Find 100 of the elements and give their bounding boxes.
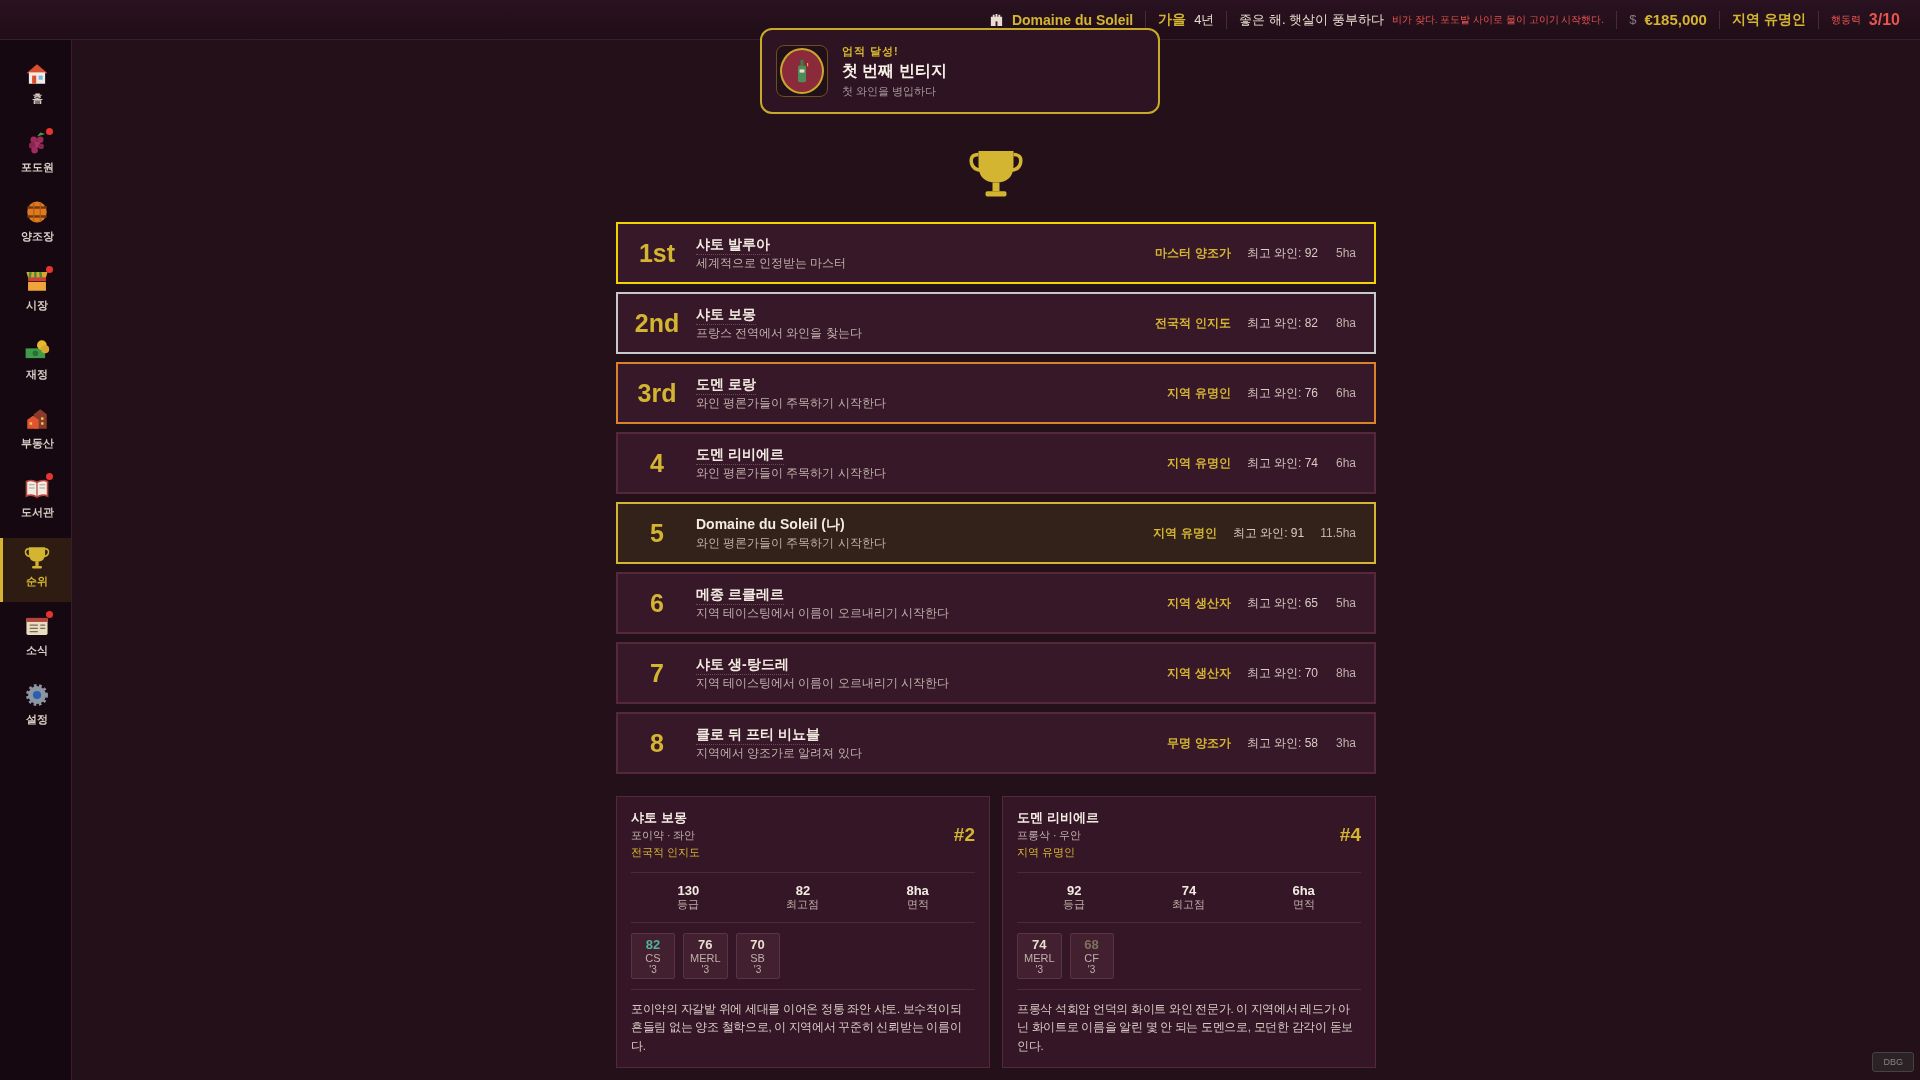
sidebar-item[interactable]: 재정 xyxy=(0,331,71,395)
winery-name: 샤토 보몽 xyxy=(631,809,687,827)
winery-motto: 와인 평론가들이 주목하기 시작한다 xyxy=(696,535,886,551)
toast-heading: 업적 달성! xyxy=(842,43,899,59)
season-label: 가을 xyxy=(1158,10,1187,29)
weather-text: 좋은 해. 햇살이 풍부하다 xyxy=(1239,10,1384,29)
wine-score: 82 xyxy=(645,937,661,952)
buildings-icon xyxy=(24,406,50,432)
currency-sign: $ xyxy=(1629,12,1637,27)
best-wine-score: 최고 와인: 74 xyxy=(1246,454,1318,472)
tier-label: 지역 유명인 xyxy=(1017,845,1076,860)
rank-number: 4 xyxy=(649,448,665,478)
sidebar-item[interactable]: 양조장 xyxy=(0,193,71,257)
winery-motto: 지역 테이스팅에서 이름이 오르내리기 시작한다 xyxy=(696,605,949,621)
sidebar-item[interactable]: 홈 xyxy=(0,55,71,119)
winery-name: 샤토 발루아 xyxy=(696,235,770,255)
grape-code: CF xyxy=(1084,952,1099,964)
stat-label: 면적 xyxy=(906,898,929,912)
wine-score: 74 xyxy=(1032,937,1047,952)
vineyard-area: 8ha xyxy=(1334,666,1356,680)
best-wine-score: 최고 와인: 70 xyxy=(1246,664,1318,682)
region-label: 포이약 · 좌안 xyxy=(631,829,696,843)
winery-motto: 와인 평론가들이 주목하기 시작한다 xyxy=(696,395,886,411)
winery-name: 샤토 생-탕드레 xyxy=(696,655,789,675)
best-wine-score: 최고 와인: 92 xyxy=(1246,244,1318,262)
rank-number: 8 xyxy=(649,728,665,758)
best-wine-score: 최고 와인: 58 xyxy=(1246,734,1318,752)
settings-icon xyxy=(24,682,50,708)
vineyard-area: 6ha xyxy=(1334,386,1356,400)
winery-motto: 프랑스 전역에서 와인을 찾는다 xyxy=(696,325,862,341)
vintage-year: '3 xyxy=(753,964,762,975)
tier-label: 지역 유명인 xyxy=(1153,524,1217,542)
tier-label: 지역 유명인 xyxy=(1167,384,1231,402)
winery-name: 도멘 로랑 xyxy=(696,375,756,395)
action-points-value: 3/10 xyxy=(1868,10,1900,29)
stat-value: 92 xyxy=(1067,883,1082,898)
toast-title: 첫 번째 빈티지 xyxy=(842,60,947,81)
stat-label: 등급 xyxy=(1063,898,1086,912)
stat-label: 면적 xyxy=(1292,898,1315,912)
vineyard-area: 11.5ha xyxy=(1320,526,1356,540)
stat-value: 8ha xyxy=(906,883,929,898)
best-wine-score: 최고 와인: 91 xyxy=(1232,524,1305,542)
best-wine-score: 최고 와인: 76 xyxy=(1246,384,1318,402)
winery-name: 클로 뒤 프티 비뇨블 xyxy=(696,725,820,745)
tier-label: 전국적 인지도 xyxy=(1155,314,1231,332)
castle-icon xyxy=(988,12,1004,27)
best-wine-score: 최고 와인: 82 xyxy=(1246,314,1318,332)
winery-motto: 세계적으로 인정받는 마스터 xyxy=(696,255,847,271)
stat-label: 최고점 xyxy=(786,898,820,912)
tier-label: 지역 생산자 xyxy=(1167,594,1231,612)
barrel-icon xyxy=(24,199,50,225)
wine-score: 68 xyxy=(1084,937,1099,952)
rank-number: 2nd xyxy=(633,308,681,338)
toast-description: 첫 와인을 병입하다 xyxy=(842,83,937,99)
vintage-year: '3 xyxy=(1087,964,1096,975)
stat-value: 82 xyxy=(795,883,811,898)
money-amount: €185,000 xyxy=(1644,11,1707,28)
grape-code: MERL xyxy=(690,952,721,964)
sidebar-item[interactable]: 도서관 xyxy=(0,469,71,533)
vineyard-area: 3ha xyxy=(1334,736,1356,750)
vineyard-area: 6ha xyxy=(1334,456,1356,470)
stat-label: 최고점 xyxy=(1172,898,1206,912)
sidebar-item[interactable]: 포도원 xyxy=(0,124,71,188)
wine-score: 76 xyxy=(698,937,713,952)
winery-motto: 와인 평론가들이 주목하기 시작한다 xyxy=(696,465,886,481)
vineyard-area: 5ha xyxy=(1334,596,1356,610)
sidebar-item[interactable]: 소식 xyxy=(0,607,71,671)
sidebar-item[interactable]: 설정 xyxy=(0,676,71,740)
winery-description: 포이약의 자갈밭 위에 세대를 이어온 정통 좌안 샤토. 보수적이되 흔들림 없는 양조 철학으로, 이 지역에서 꾸준히 신뢰받는 이름이다. xyxy=(631,1002,963,1054)
tier-label: 무명 양조가 xyxy=(1167,734,1231,752)
stat-value: 130 xyxy=(677,883,700,898)
debug-button[interactable]: DBG xyxy=(1872,1052,1914,1072)
grape-code: CS xyxy=(645,952,661,964)
winery-name: 도멘 리비에르 xyxy=(696,445,784,465)
stat-value: 74 xyxy=(1181,883,1197,898)
sidebar-item[interactable]: 시장 xyxy=(0,262,71,326)
rank-number: 3rd xyxy=(636,378,678,408)
winery-name: Domaine du Soleil (나) xyxy=(696,515,845,534)
reputation-label: 지역 유명인 xyxy=(1731,10,1806,29)
sidebar-item[interactable]: 부동산 xyxy=(0,400,71,464)
grape-code: SB xyxy=(750,952,765,964)
vintage-year: '3 xyxy=(649,964,657,975)
best-wine-score: 최고 와인: 65 xyxy=(1246,594,1318,612)
tier-label: 지역 유명인 xyxy=(1167,454,1231,472)
rank-number: 7 xyxy=(649,658,665,688)
vineyard-area: 5ha xyxy=(1334,246,1356,260)
rank-number: 6 xyxy=(649,588,665,618)
action-points-label: 행동력 xyxy=(1830,12,1861,27)
stat-value: 6ha xyxy=(1292,883,1315,898)
winery-name: 샤토 보몽 xyxy=(696,305,756,325)
grape-code: MERL xyxy=(1024,952,1055,964)
stat-label: 등급 xyxy=(677,898,700,912)
estate-name: Domaine du Soleil xyxy=(1011,11,1134,28)
event-text: 비가 잦다. 포도밭 사이로 물이 고이기 시작했다. xyxy=(1391,12,1605,27)
trophy-icon xyxy=(24,544,50,570)
year-label: 4년 xyxy=(1194,10,1215,29)
rank-number: 5 xyxy=(649,518,665,548)
sidebar-item[interactable]: 순위 xyxy=(0,538,71,602)
tier-label: 전국적 인지도 xyxy=(631,845,701,860)
vintage-year: '3 xyxy=(701,964,709,975)
